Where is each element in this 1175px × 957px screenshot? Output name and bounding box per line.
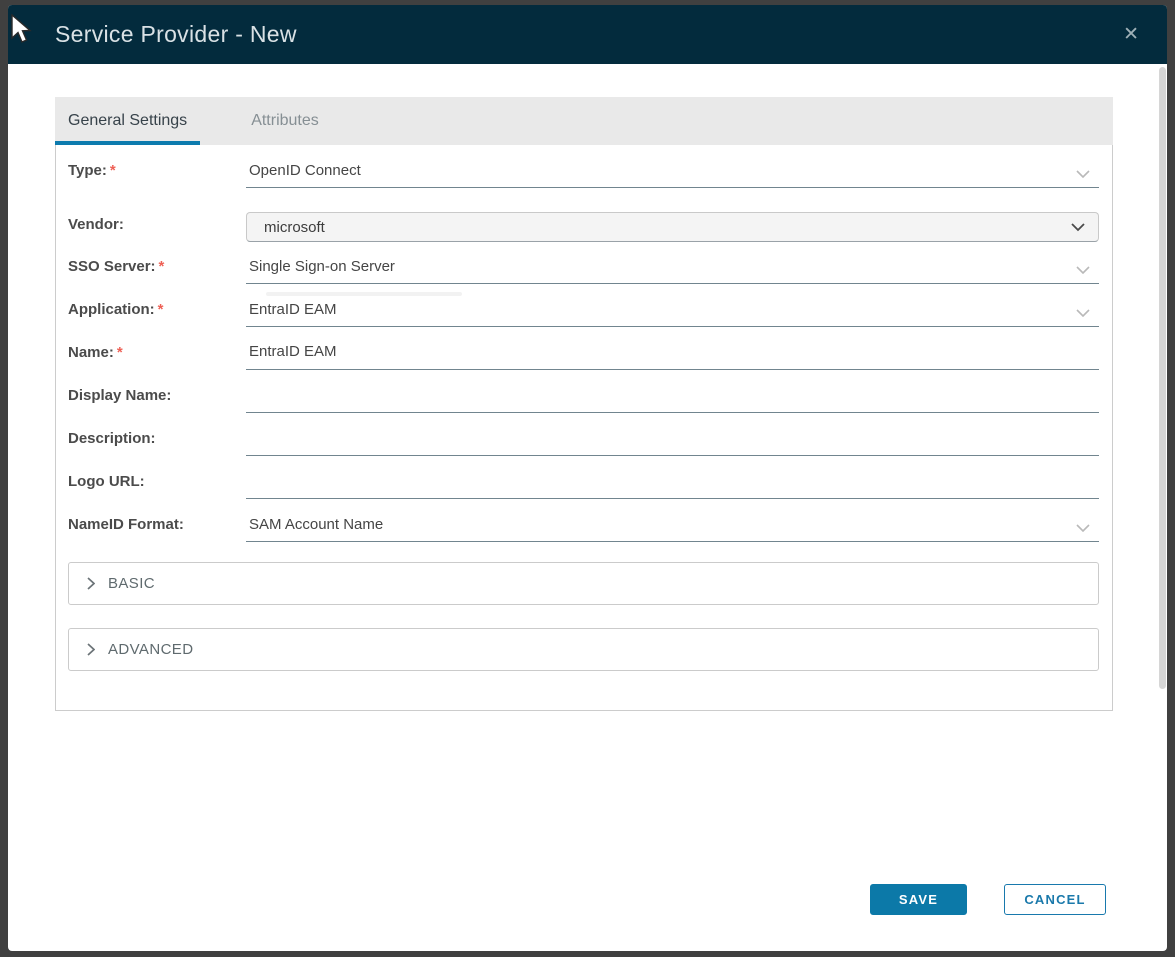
type-label: Type:* xyxy=(68,162,246,188)
chevron-down-icon xyxy=(1076,309,1090,317)
logo-url-input[interactable] xyxy=(246,469,1099,499)
description-input[interactable] xyxy=(246,426,1099,456)
vendor-select[interactable]: microsoft xyxy=(246,212,1099,242)
accordion-advanced[interactable]: ADVANCED xyxy=(68,628,1099,671)
general-settings-panel: Type:* OpenID Connect Vendor: microsoft … xyxy=(55,145,1113,711)
vendor-label: Vendor: xyxy=(68,216,246,242)
form-row-type: Type:* OpenID Connect xyxy=(68,145,1099,188)
name-label: Name:* xyxy=(68,344,246,370)
dialog-header: Service Provider - New ✕ xyxy=(8,5,1167,64)
required-asterisk: * xyxy=(159,258,165,275)
display-name-input[interactable] xyxy=(246,383,1099,413)
vendor-select-value: microsoft xyxy=(264,219,325,236)
sso-server-dropdown[interactable]: Single Sign-on Server xyxy=(246,254,1099,284)
form-row-display-name: Display Name: xyxy=(68,370,1099,413)
nameid-format-label: NameID Format: xyxy=(68,516,246,542)
dialog-title: Service Provider - New xyxy=(55,21,297,48)
accordion-advanced-label: ADVANCED xyxy=(108,641,193,658)
tab-general-settings[interactable]: General Settings xyxy=(55,97,200,145)
logo-url-label: Logo URL: xyxy=(68,473,246,499)
accordion-basic-label: BASIC xyxy=(108,575,155,592)
type-dropdown[interactable]: OpenID Connect xyxy=(246,158,1099,188)
sso-server-dropdown-value: Single Sign-on Server xyxy=(249,258,395,275)
required-asterisk: * xyxy=(110,162,116,179)
form-row-logo-url: Logo URL: xyxy=(68,456,1099,499)
form-row-nameid-format: NameID Format: SAM Account Name xyxy=(68,499,1099,542)
form-row-vendor: Vendor: microsoft xyxy=(68,188,1099,242)
save-button[interactable]: SAVE xyxy=(870,884,967,915)
tab-attributes-label: Attributes xyxy=(251,112,319,130)
description-label: Description: xyxy=(68,430,246,456)
required-asterisk: * xyxy=(158,301,164,318)
tab-general-settings-label: General Settings xyxy=(68,112,187,130)
chevron-down-icon xyxy=(1076,266,1090,274)
cancel-button[interactable]: CANCEL xyxy=(1004,884,1106,915)
chevron-down-icon xyxy=(1071,223,1085,232)
application-dropdown[interactable]: EntraID EAM xyxy=(246,297,1099,327)
chevron-right-icon xyxy=(87,643,95,656)
dialog-footer: SAVE CANCEL xyxy=(870,884,1106,915)
sso-server-label: SSO Server:* xyxy=(68,258,246,284)
tab-attributes[interactable]: Attributes xyxy=(238,97,332,145)
form-row-sso-server: SSO Server:* Single Sign-on Server xyxy=(68,242,1099,284)
type-dropdown-value: OpenID Connect xyxy=(249,162,361,179)
vertical-scrollbar[interactable] xyxy=(1159,67,1166,689)
chevron-right-icon xyxy=(87,577,95,590)
application-dropdown-value: EntraID EAM xyxy=(249,301,337,318)
nameid-format-dropdown[interactable]: SAM Account Name xyxy=(246,512,1099,542)
nameid-format-dropdown-value: SAM Account Name xyxy=(249,516,383,533)
application-label: Application:* xyxy=(68,301,246,327)
required-asterisk: * xyxy=(117,344,123,361)
chevron-down-icon xyxy=(1076,170,1090,178)
chevron-down-icon xyxy=(1076,524,1090,532)
name-input[interactable] xyxy=(246,340,1099,370)
tab-bar: General Settings Attributes xyxy=(55,97,1113,145)
service-provider-dialog: Service Provider - New ✕ General Setting… xyxy=(8,5,1167,951)
form-row-application: Application:* EntraID EAM xyxy=(68,284,1099,327)
close-icon[interactable]: ✕ xyxy=(1121,23,1141,46)
accordion-basic[interactable]: BASIC xyxy=(68,562,1099,605)
form-row-description: Description: xyxy=(68,413,1099,456)
form-row-name: Name:* xyxy=(68,327,1099,370)
display-name-label: Display Name: xyxy=(68,387,246,413)
